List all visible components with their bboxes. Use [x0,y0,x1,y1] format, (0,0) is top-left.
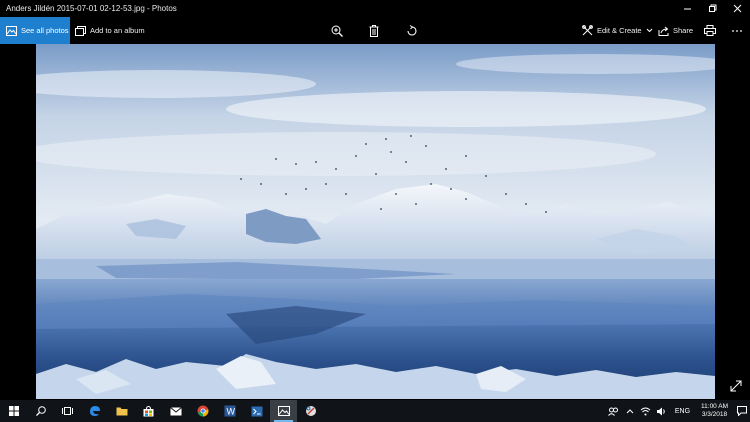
taskbar-photos[interactable] [270,400,297,422]
window-controls [675,0,750,17]
task-view-icon [62,407,73,415]
photos-icon [6,25,17,36]
expand-icon [730,380,742,392]
window-title: Anders Jildén 2015-07-01 02-12-53.jpg - … [6,4,177,13]
more-icon [732,29,742,32]
landscape-photo [36,44,715,399]
see-all-photos-button[interactable]: See all photos [0,17,70,44]
chevron-down-icon [646,28,652,33]
clock-date: 3/3/2018 [701,411,728,418]
store-icon [143,405,154,416]
rotate-icon [407,24,417,36]
minimize-icon [684,8,691,10]
edit-create-button[interactable]: Edit & Create [582,17,653,44]
share-icon [658,26,669,36]
photo-viewer[interactable] [36,44,715,399]
print-icon [704,25,716,36]
album-add-icon [75,25,86,36]
full-screen-button[interactable] [729,379,743,393]
task-view-button[interactable] [54,400,81,422]
snipping-tool-icon [305,406,316,416]
people-icon [608,407,619,416]
close-button[interactable] [725,0,750,17]
maximize-button[interactable] [700,0,725,17]
share-button[interactable]: Share [658,17,693,44]
clock[interactable]: 11:00 AM 3/3/2018 [697,403,732,419]
taskbar-edge[interactable] [81,400,108,422]
taskbar-chrome[interactable] [189,400,216,422]
volume-button[interactable] [656,400,668,422]
edit-create-label: Edit & Create [597,26,642,35]
search-button[interactable] [27,400,54,422]
title-bar: Anders Jildén 2015-07-01 02-12-53.jpg - … [0,0,750,17]
command-bar: See all photos Add to an album Edit & Cr… [0,17,750,44]
powershell-icon [251,406,262,416]
taskbar-powershell[interactable] [243,400,270,422]
svg-text:W: W [226,407,235,417]
edge-icon [89,406,100,417]
rotate-button[interactable] [402,17,422,44]
minimize-button[interactable] [675,0,700,17]
taskbar-mail[interactable] [162,400,189,422]
chrome-icon [197,405,208,417]
mail-icon [169,406,182,415]
add-to-album-label: Add to an album [90,26,145,35]
taskbar-file-explorer[interactable] [108,400,135,422]
network-button[interactable] [640,400,652,422]
print-button[interactable] [700,17,720,44]
show-hidden-icons-button[interactable] [624,400,636,422]
see-all-photos-label: See all photos [21,26,69,35]
restore-icon [709,4,717,12]
delete-button[interactable] [364,17,384,44]
people-button[interactable] [608,400,620,422]
system-tray: ENG 11:00 AM 3/3/2018 [608,400,750,422]
start-button[interactable] [0,400,27,422]
input-language[interactable]: ENG [672,408,693,415]
close-icon [733,4,742,13]
trash-icon [369,24,379,37]
taskbar-word[interactable]: W [216,400,243,422]
add-to-album-button[interactable]: Add to an album [75,17,145,44]
taskbar-store[interactable] [135,400,162,422]
clock-time: 11:00 AM [701,403,728,410]
photos-app-icon [277,406,290,416]
zoom-button[interactable] [327,17,347,44]
more-options-button[interactable] [727,17,747,44]
action-center-button[interactable] [736,400,748,422]
share-label: Share [673,26,694,35]
word-icon: W [224,405,235,417]
notification-icon [737,406,747,416]
zoom-in-icon [331,25,343,37]
edit-create-icon [582,25,593,36]
speaker-icon [657,407,666,415]
windows-logo-icon [8,406,19,416]
taskbar: W ENG 11:00 AM 3/3/2018 [0,400,750,422]
chevron-up-icon [626,408,634,413]
taskbar-snipping-tool[interactable] [297,400,324,422]
network-icon [641,407,651,415]
folder-icon [116,407,127,416]
search-icon [35,406,46,416]
